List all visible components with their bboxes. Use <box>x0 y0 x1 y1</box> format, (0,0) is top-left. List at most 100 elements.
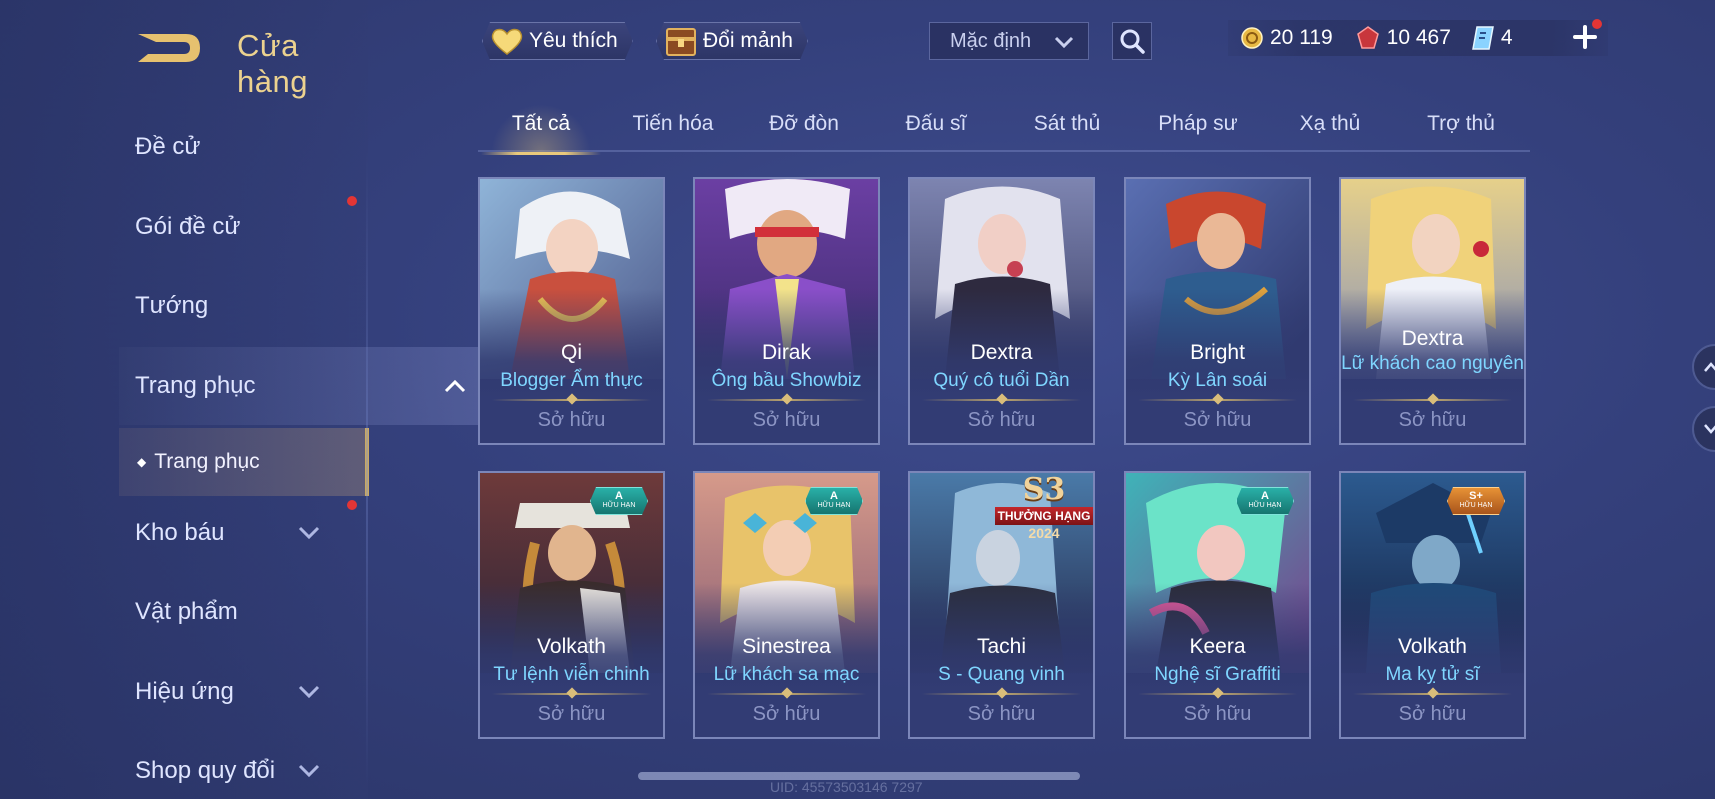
skin-name: Ma kỵ tử sĩ <box>1385 664 1480 685</box>
skin-card[interactable]: Qi Blogger Ẩm thực Sở hữu <box>478 177 665 445</box>
notification-dot <box>347 196 357 206</box>
skin-name: Quý cô tuổi Dần <box>933 370 1070 391</box>
search-button[interactable] <box>1112 22 1152 60</box>
tab-label: Đấu sĩ <box>905 112 967 135</box>
hero-name: Sinestrea <box>742 635 831 658</box>
skin-name: Ông bầu Showbiz <box>711 370 862 391</box>
hero-name: Bright <box>1190 341 1245 364</box>
skin-card[interactable]: Dextra Lữ khách cao nguyên Sở hữu <box>1339 177 1526 445</box>
tab-mage[interactable]: Pháp sư <box>1138 112 1258 136</box>
notification-dot <box>1592 19 1602 29</box>
tab-all[interactable]: Tất cả <box>481 104 601 155</box>
tab-label: Sát thủ <box>1033 112 1101 135</box>
sidebar-item-label: Trang phục <box>135 372 256 399</box>
owned-status: Sở hữu <box>752 409 821 431</box>
tab-label: Tất cả <box>511 112 571 135</box>
badge-text: HỮU HẠN <box>1459 502 1493 509</box>
badge-tier: A <box>615 490 623 502</box>
sidebar-item-bundles[interactable]: Gói đề cử <box>0 188 368 266</box>
tab-evolution[interactable]: Tiến hóa <box>613 112 733 136</box>
skin-card[interactable]: S+ HỮU HẠN Volkath Ma kỵ tử sĩ Sở hữu <box>1339 471 1526 739</box>
skin-card[interactable]: A HỮU HẠN Sinestrea Lữ khách sa mạc Sở h… <box>693 471 880 739</box>
hero-name: Dirak <box>761 341 811 364</box>
hero-name: Keera <box>1189 635 1246 658</box>
tab-marksman[interactable]: Xạ thủ <box>1270 112 1390 136</box>
skin-name: Tư lệnh viễn chinh <box>493 664 650 685</box>
hero-name: Dextra <box>970 341 1033 364</box>
skin-name: Kỳ Lân soái <box>1167 370 1268 391</box>
tab-label: Đỡ đòn <box>769 112 839 135</box>
tab-fighter[interactable]: Đấu sĩ <box>876 112 996 136</box>
badge-text: HỮU HẠN <box>1248 502 1282 509</box>
owned-status: Sở hữu <box>752 703 821 725</box>
sort-select-value: Mặc định <box>950 29 1032 52</box>
owned-status: Sở hữu <box>967 703 1036 725</box>
chevron-down-icon <box>298 526 320 540</box>
sidebar-item-heroes[interactable]: Tướng <box>0 267 368 345</box>
owned-status: Sở hữu <box>537 409 606 431</box>
gem-amount: 10 467 <box>1386 26 1451 49</box>
skin-card[interactable]: S3 THƯỞNG HẠNG 2024 Tachi S - Quang vinh… <box>908 471 1095 739</box>
skin-card[interactable]: Bright Kỳ Lân soái Sở hữu <box>1124 177 1311 445</box>
skin-card[interactable]: Dirak Ông bầu Showbiz Sở hữu <box>693 177 880 445</box>
tier-badge: A HỮU HẠN <box>805 487 863 515</box>
sidebar-item-skins[interactable]: Trang phục <box>119 347 488 425</box>
favorites-label: Yêu thích <box>529 29 618 52</box>
hero-name: Tachi <box>976 635 1027 658</box>
sidebar-item-items[interactable]: Vật phẩm <box>0 573 368 651</box>
scroll-down-button[interactable] <box>1692 406 1715 452</box>
category-tabs: Tất cả Tiến hóa Đỡ đòn Đấu sĩ Sát thủ Ph… <box>478 104 1530 155</box>
sidebar-item-exchange-shop[interactable]: Shop quy đổi <box>0 732 368 799</box>
badge-text: HỮU HẠN <box>602 502 636 509</box>
chevron-down-icon <box>1704 424 1715 434</box>
currency-bar: 20 119 10 467 4 <box>1228 20 1608 56</box>
back-button[interactable] <box>134 28 206 68</box>
player-uid: UID: 45573503146 7297 <box>770 779 923 795</box>
tab-tank[interactable]: Đỡ đòn <box>744 112 864 136</box>
voucher-icon <box>1472 26 1494 50</box>
badge-text: HỮU HẠN <box>817 502 851 509</box>
sidebar-item-label: Kho báu <box>135 519 225 546</box>
skin-card[interactable]: Dextra Quý cô tuổi Dần Sở hữu <box>908 177 1095 445</box>
badge-tier: A <box>830 490 838 502</box>
scroll-up-button[interactable] <box>1692 344 1715 390</box>
sort-select[interactable]: Mặc định <box>929 22 1089 60</box>
badge-tier: S+ <box>1469 490 1483 502</box>
tab-label: Xạ thủ <box>1299 112 1361 135</box>
gem-balance: 10 467 <box>1355 25 1451 51</box>
tier-badge: S+ HỮU HẠN <box>1447 487 1505 515</box>
owned-status: Sở hữu <box>1398 409 1467 431</box>
exchange-shards-label: Đổi mảnh <box>703 29 793 52</box>
heart-icon <box>489 25 525 57</box>
skin-name: Nghệ sĩ Graffiti <box>1154 664 1281 685</box>
owned-status: Sở hữu <box>1183 703 1252 725</box>
tier-badge: A HỮU HẠN <box>1236 487 1294 515</box>
chevron-down-icon <box>1054 36 1074 48</box>
skin-card[interactable]: A HỮU HẠN Keera Nghệ sĩ Graffiti Sở hữu <box>1124 471 1311 739</box>
season-title: S3 <box>1022 472 1066 507</box>
season-emblem: S3 THƯỞNG HẠNG 2024 <box>994 472 1093 541</box>
sidebar-item-treasure[interactable]: Kho báu <box>0 494 368 572</box>
favorites-button[interactable]: Yêu thích <box>482 22 633 60</box>
bullet-icon: ◆ <box>137 455 147 469</box>
skin-name: Lữ khách cao nguyên <box>1341 353 1524 374</box>
top-up-button[interactable] <box>1570 19 1602 52</box>
sidebar-item-label: Hiệu ứng <box>135 678 234 705</box>
treasure-chest-icon <box>663 25 699 57</box>
tab-assassin[interactable]: Sát thủ <box>1007 112 1127 136</box>
hero-name: Dextra <box>1401 327 1464 350</box>
sidebar-item-recommended[interactable]: Đề cử <box>0 108 368 186</box>
sidebar-subitem-skins[interactable]: ◆ Trang phục <box>119 428 369 496</box>
exchange-shards-button[interactable]: Đổi mảnh <box>656 22 808 60</box>
owned-status: Sở hữu <box>967 409 1036 431</box>
tab-label: Trợ thủ <box>1427 112 1495 135</box>
sidebar-item-effects[interactable]: Hiệu ứng <box>0 653 368 731</box>
sidebar-item-label: Shop quy đổi <box>135 757 276 784</box>
skin-card[interactable]: A HỮU HẠN Volkath Tư lệnh viễn chinh Sở … <box>478 471 665 739</box>
owned-status: Sở hữu <box>1398 703 1467 725</box>
sidebar-item-label: Đề cử <box>135 133 201 160</box>
tab-support[interactable]: Trợ thủ <box>1401 112 1521 136</box>
red-gem-icon <box>1356 26 1379 49</box>
owned-status: Sở hữu <box>537 703 606 725</box>
search-icon <box>1120 29 1145 54</box>
